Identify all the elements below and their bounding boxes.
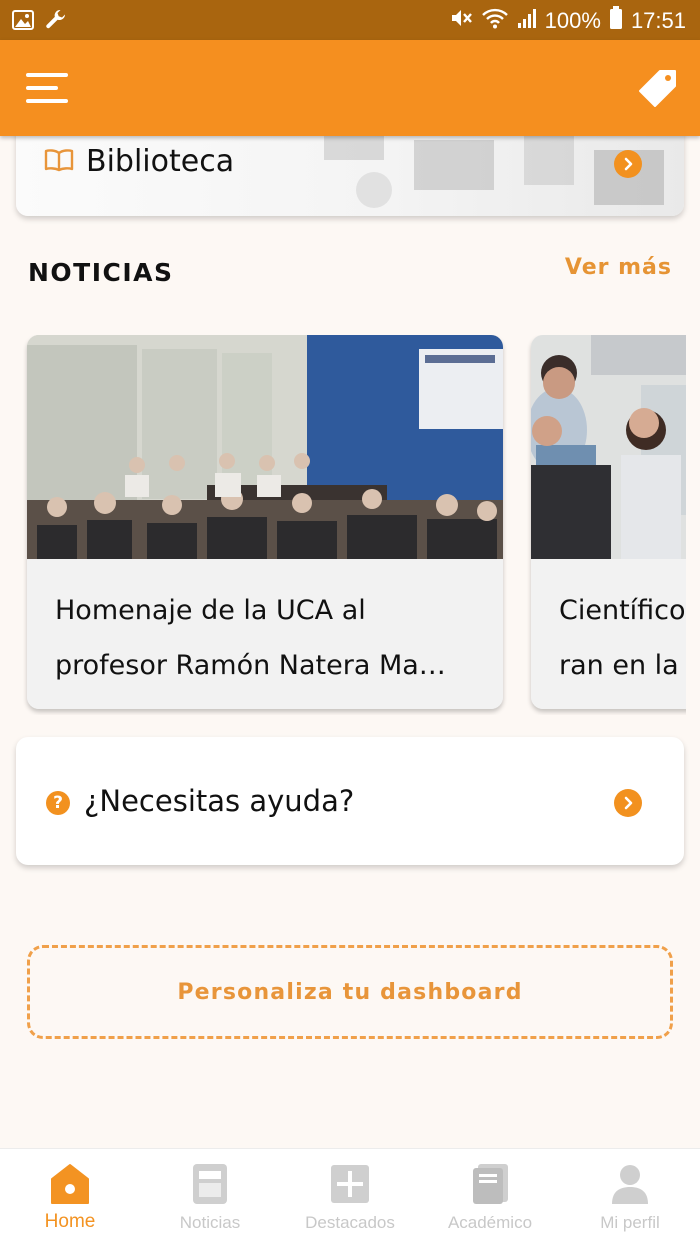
home-icon xyxy=(50,1163,90,1205)
app-bar xyxy=(0,40,700,136)
nav-mi-perfil[interactable]: Mi perfil xyxy=(560,1149,700,1244)
news-title-line2: profesor Ramón Natera Ma… xyxy=(55,650,446,681)
nav-academico[interactable]: Académico xyxy=(420,1149,560,1244)
image-icon xyxy=(12,10,34,34)
customize-dashboard-button[interactable]: Personaliza tu dashboard xyxy=(27,945,673,1039)
battery-icon xyxy=(609,6,623,36)
news-body: Homenaje de la UCA al profesor Ramón Nat… xyxy=(27,559,503,709)
wifi-icon xyxy=(481,7,509,35)
bottom-navigation: Home Noticias Destacados Académico Mi pe… xyxy=(0,1148,700,1244)
help-label: ¿Necesitas ayuda? xyxy=(84,784,355,818)
status-bar: 100% 17:51 xyxy=(0,0,700,40)
customize-dashboard-label: Personaliza tu dashboard xyxy=(177,979,523,1005)
news-carousel[interactable]: Homenaje de la UCA al profesor Ramón Nat… xyxy=(0,335,686,715)
book-icon xyxy=(470,1163,510,1205)
nav-mi-perfil-label: Mi perfil xyxy=(600,1213,660,1232)
news-title-line1: Científico xyxy=(559,595,686,626)
biblioteca-label: Biblioteca xyxy=(86,144,235,179)
news-card[interactable]: Homenaje de la UCA al profesor Ramón Nat… xyxy=(27,335,503,709)
see-more-link[interactable]: Ver más xyxy=(565,255,672,280)
nav-noticias[interactable]: Noticias xyxy=(140,1149,280,1244)
tag-icon[interactable] xyxy=(638,68,678,108)
mute-icon xyxy=(449,6,473,36)
chevron-right-icon[interactable] xyxy=(614,150,642,178)
news-section-title: NOTICIAS xyxy=(28,258,174,287)
nav-destacados-label: Destacados xyxy=(305,1213,395,1232)
user-icon xyxy=(610,1163,650,1205)
signal-icon xyxy=(517,7,537,35)
menu-icon[interactable] xyxy=(26,73,68,103)
help-card[interactable]: ? ¿Necesitas ayuda? xyxy=(16,737,684,865)
battery-percent: 100% xyxy=(544,8,601,33)
nav-academico-label: Académico xyxy=(447,1213,533,1232)
nav-noticias-label: Noticias xyxy=(179,1213,241,1232)
nav-home[interactable]: Home xyxy=(0,1149,140,1244)
news-card[interactable]: Científico ran en la xyxy=(531,335,686,709)
news-image xyxy=(27,335,503,559)
news-title-line2: ran en la xyxy=(559,650,679,681)
news-image xyxy=(531,335,686,559)
news-title-line1: Homenaje de la UCA al xyxy=(55,595,366,626)
question-icon: ? xyxy=(46,791,70,815)
clock: 17:51 xyxy=(630,8,686,33)
news-icon xyxy=(190,1163,230,1205)
nav-destacados[interactable]: Destacados xyxy=(280,1149,420,1244)
book-icon xyxy=(44,148,74,176)
nav-home-label: Home xyxy=(44,1211,96,1232)
plus-icon xyxy=(330,1163,370,1205)
chevron-right-icon[interactable] xyxy=(614,789,642,817)
wrench-icon xyxy=(44,8,68,36)
news-body: Científico ran en la xyxy=(531,559,686,709)
